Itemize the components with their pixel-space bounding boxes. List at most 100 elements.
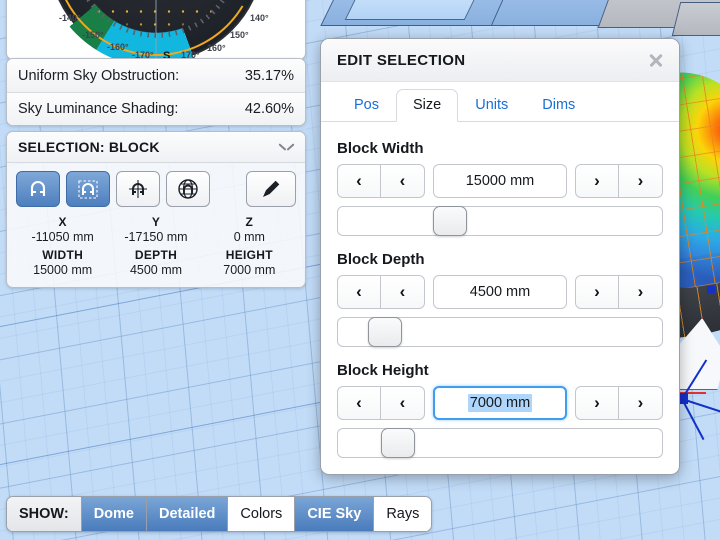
coordinate-cell-y: Y -17150 mm DEPTH 4500 mm <box>109 214 202 278</box>
magnet-icon-button[interactable] <box>16 171 60 207</box>
close-icon[interactable] <box>647 51 665 69</box>
block-depth-increment-button[interactable]: › <box>575 275 619 309</box>
building-block <box>671 2 720 36</box>
block-depth-decrement-fast-button[interactable]: ‹ <box>337 275 381 309</box>
block-height-decrement-button[interactable]: ‹ <box>381 386 425 420</box>
sky-dome-chart-panel: -140° -150° -160° -170° S 170° 160° 150°… <box>6 0 306 60</box>
magnet-center-icon <box>129 180 147 198</box>
coordinate-grid: X -11050 mm WIDTH 15000 mm Y -17150 mm D… <box>16 214 296 278</box>
azimuth-label: -150° <box>82 30 104 40</box>
axis-label: Z <box>245 215 254 229</box>
edit-selection-dialog: EDIT SELECTION Pos Size Units Dims Block… <box>320 38 680 475</box>
selection-panel-title: SELECTION: BLOCK <box>18 139 160 155</box>
dim-value: 7000 mm <box>223 263 276 277</box>
block-width-increment-button[interactable]: › <box>575 164 619 198</box>
show-button-dome[interactable]: Dome <box>81 497 147 531</box>
tab-size[interactable]: Size <box>396 89 459 122</box>
block-height-stepper: ‹ ‹ 7000 mm › › <box>337 386 663 420</box>
tab-pos[interactable]: Pos <box>337 89 396 122</box>
show-button-cie-sky[interactable]: CIE Sky <box>295 497 375 531</box>
axis-value: 0 mm <box>233 230 265 244</box>
gizmo-marker <box>707 286 715 294</box>
block-width-slider-handle[interactable] <box>433 206 468 236</box>
metric-label: Uniform Sky Obstruction: <box>18 67 180 84</box>
coordinate-cell-z: Z 0 mm HEIGHT 7000 mm <box>203 214 296 278</box>
block-depth-decrement-button[interactable]: ‹ <box>381 275 425 309</box>
block-height-slider[interactable] <box>337 428 663 458</box>
block-depth-slider-handle[interactable] <box>368 317 403 347</box>
block-height-increment-fast-button[interactable]: › <box>619 386 663 420</box>
block-width-label: Block Width <box>337 140 424 157</box>
block-depth-decrement-group: ‹ ‹ <box>337 275 425 309</box>
tab-units[interactable]: Units <box>458 89 525 122</box>
metric-label: Sky Luminance Shading: <box>18 101 179 117</box>
magnet-center-icon-button[interactable] <box>116 171 160 207</box>
metric-value: 35.17% <box>244 67 294 84</box>
dialog-tabs: Pos Size Units Dims <box>321 82 679 122</box>
show-button-detailed[interactable]: Detailed <box>146 497 229 531</box>
block-width-decrement-group: ‹ ‹ <box>337 164 425 198</box>
block-depth-stepper: ‹ ‹ 4500 mm › › <box>337 275 663 309</box>
metric-row-sky-luminance-shading: Sky Luminance Shading: 42.60% <box>7 92 305 125</box>
application-window: -140° -150° -160° -170° S 170° 160° 150°… <box>0 0 720 540</box>
block-width-value: 15000 mm <box>465 173 535 189</box>
dialog-title: EDIT SELECTION <box>337 51 466 69</box>
show-button-rays[interactable]: Rays <box>374 497 432 531</box>
coordinate-cell-x: X -11050 mm WIDTH 15000 mm <box>16 214 109 278</box>
block-depth-slider[interactable] <box>337 317 663 347</box>
block-height-value: 7000 mm <box>467 394 533 412</box>
magnet-globe-icon <box>178 179 198 199</box>
block-width-stepper: ‹ ‹ 15000 mm › › <box>337 164 663 198</box>
dim-value: 15000 mm <box>33 263 93 277</box>
dim-label: WIDTH <box>42 248 84 262</box>
block-height-input[interactable]: 7000 mm <box>433 386 567 420</box>
dim-label: DEPTH <box>134 248 178 262</box>
magnet-icon <box>30 180 46 196</box>
block-height-decrement-fast-button[interactable]: ‹ <box>337 386 381 420</box>
edit-pencil-button[interactable] <box>246 171 296 207</box>
block-width-decrement-fast-button[interactable]: ‹ <box>337 164 381 198</box>
dialog-header[interactable]: EDIT SELECTION <box>321 39 679 82</box>
tab-dims[interactable]: Dims <box>525 89 592 122</box>
block-width-input[interactable]: 15000 mm <box>433 164 567 198</box>
axis-label: Y <box>151 215 161 229</box>
dim-value: 4500 mm <box>129 263 183 277</box>
azimuth-label: 150° <box>230 30 249 40</box>
selection-panel: SELECTION: BLOCK X -11050 mm WIDTH 15000… <box>6 131 306 288</box>
show-button-colors[interactable]: Colors <box>228 497 296 531</box>
block-width-slider[interactable] <box>337 206 663 236</box>
show-toolbar: SHOW: Dome Detailed Colors CIE Sky Rays <box>6 496 433 532</box>
block-depth-increment-fast-button[interactable]: › <box>619 275 663 309</box>
selection-panel-body: X -11050 mm WIDTH 15000 mm Y -17150 mm D… <box>7 163 305 287</box>
block-width-decrement-button[interactable]: ‹ <box>381 164 425 198</box>
axis-label: X <box>58 215 67 229</box>
chevron-down-icon[interactable] <box>279 143 294 152</box>
show-toolbar-label: SHOW: <box>7 497 82 531</box>
dim-label: HEIGHT <box>225 248 273 262</box>
axis-value: -17150 mm <box>124 230 188 244</box>
selection-panel-header[interactable]: SELECTION: BLOCK <box>7 132 305 163</box>
magnet-globe-icon-button[interactable] <box>166 171 210 207</box>
block-height-increment-button[interactable]: › <box>575 386 619 420</box>
block-height-slider-handle[interactable] <box>381 428 416 458</box>
azimuth-label: -160° <box>107 42 129 52</box>
building-block <box>344 0 480 20</box>
snap-button-group <box>16 171 210 207</box>
metric-row-uniform-sky-obstruction: Uniform Sky Obstruction: 35.17% <box>7 59 305 92</box>
block-depth-increment-group: › › <box>575 275 663 309</box>
sky-dome-chart: -140° -150° -160° -170° S 170° 160° 150°… <box>7 0 305 59</box>
azimuth-label: 140° <box>250 13 269 23</box>
azimuth-label: 160° <box>207 43 226 53</box>
block-depth-label: Block Depth <box>337 251 425 268</box>
magnet-bounds-icon-button[interactable] <box>66 171 110 207</box>
block-depth-value: 4500 mm <box>469 284 531 300</box>
block-width-increment-fast-button[interactable]: › <box>619 164 663 198</box>
azimuth-label: -140° <box>59 13 81 23</box>
axis-value: -11050 mm <box>31 230 94 244</box>
block-height-increment-group: › › <box>575 386 663 420</box>
axis-gizmo[interactable] <box>640 359 720 441</box>
block-width-increment-group: › › <box>575 164 663 198</box>
block-height-decrement-group: ‹ ‹ <box>337 386 425 420</box>
magnet-bounds-icon <box>78 180 98 199</box>
block-depth-input[interactable]: 4500 mm <box>433 275 567 309</box>
